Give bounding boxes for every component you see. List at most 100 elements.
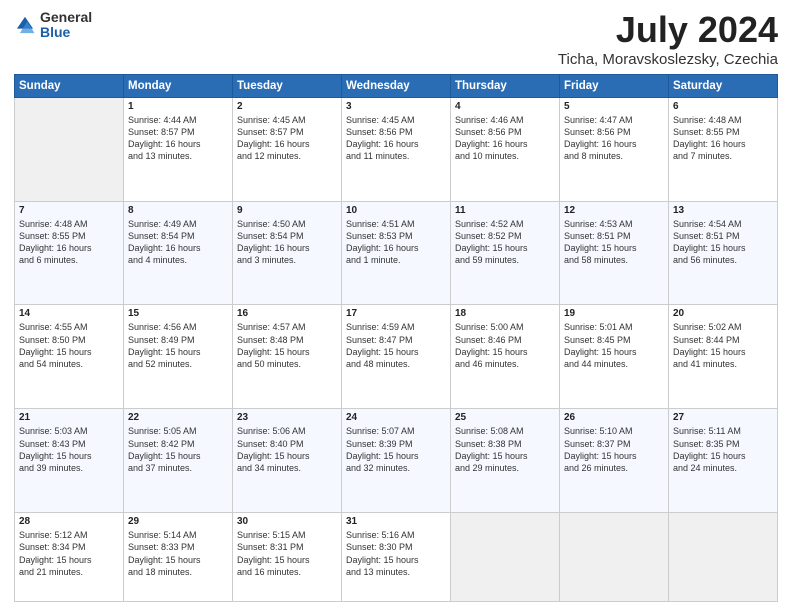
calendar-cell: 22 Sunrise: 5:05 AM Sunset: 8:42 PM Dayli… <box>124 409 233 513</box>
header-cell-monday: Monday <box>124 74 233 97</box>
calendar-cell: 8 Sunrise: 4:49 AM Sunset: 8:54 PM Daylig… <box>124 201 233 305</box>
logo-icon <box>14 14 36 36</box>
header-cell-sunday: Sunday <box>15 74 124 97</box>
calendar-cell: 1 Sunrise: 4:44 AM Sunset: 8:57 PM Daylig… <box>124 97 233 201</box>
cell-info: Sunrise: 5:07 AM Sunset: 8:39 PM Dayligh… <box>346 425 446 474</box>
cell-info: Sunrise: 4:44 AM Sunset: 8:57 PM Dayligh… <box>128 114 228 163</box>
day-number: 2 <box>237 101 337 112</box>
cell-info: Sunrise: 5:11 AM Sunset: 8:35 PM Dayligh… <box>673 425 773 474</box>
week-row-3: 14 Sunrise: 4:55 AM Sunset: 8:50 PM Dayli… <box>15 305 778 409</box>
calendar-cell: 30 Sunrise: 5:15 AM Sunset: 8:31 PM Dayli… <box>233 513 342 602</box>
cell-info: Sunrise: 4:49 AM Sunset: 8:54 PM Dayligh… <box>128 218 228 267</box>
cell-info: Sunrise: 5:08 AM Sunset: 8:38 PM Dayligh… <box>455 425 555 474</box>
cell-info: Sunrise: 4:56 AM Sunset: 8:49 PM Dayligh… <box>128 321 228 370</box>
cell-info: Sunrise: 4:54 AM Sunset: 8:51 PM Dayligh… <box>673 218 773 267</box>
cell-info: Sunrise: 4:48 AM Sunset: 8:55 PM Dayligh… <box>673 114 773 163</box>
calendar-cell: 16 Sunrise: 4:57 AM Sunset: 8:48 PM Dayli… <box>233 305 342 409</box>
day-number: 25 <box>455 412 555 423</box>
day-number: 3 <box>346 101 446 112</box>
calendar: SundayMondayTuesdayWednesdayThursdayFrid… <box>14 74 778 602</box>
header-cell-friday: Friday <box>560 74 669 97</box>
header-cell-wednesday: Wednesday <box>342 74 451 97</box>
header-cell-saturday: Saturday <box>669 74 778 97</box>
main-title: July 2024 <box>558 10 778 50</box>
calendar-cell <box>15 97 124 201</box>
day-number: 9 <box>237 205 337 216</box>
cell-info: Sunrise: 4:57 AM Sunset: 8:48 PM Dayligh… <box>237 321 337 370</box>
cell-info: Sunrise: 5:14 AM Sunset: 8:33 PM Dayligh… <box>128 529 228 578</box>
day-number: 24 <box>346 412 446 423</box>
week-row-4: 21 Sunrise: 5:03 AM Sunset: 8:43 PM Dayli… <box>15 409 778 513</box>
calendar-cell <box>451 513 560 602</box>
calendar-cell: 10 Sunrise: 4:51 AM Sunset: 8:53 PM Dayli… <box>342 201 451 305</box>
day-number: 12 <box>564 205 664 216</box>
day-number: 1 <box>128 101 228 112</box>
cell-info: Sunrise: 4:45 AM Sunset: 8:56 PM Dayligh… <box>346 114 446 163</box>
header-cell-tuesday: Tuesday <box>233 74 342 97</box>
cell-info: Sunrise: 5:03 AM Sunset: 8:43 PM Dayligh… <box>19 425 119 474</box>
header-row: SundayMondayTuesdayWednesdayThursdayFrid… <box>15 74 778 97</box>
day-number: 23 <box>237 412 337 423</box>
day-number: 4 <box>455 101 555 112</box>
calendar-cell: 14 Sunrise: 4:55 AM Sunset: 8:50 PM Dayli… <box>15 305 124 409</box>
week-row-1: 1 Sunrise: 4:44 AM Sunset: 8:57 PM Daylig… <box>15 97 778 201</box>
day-number: 7 <box>19 205 119 216</box>
calendar-cell: 4Sunrise: 4:46 AM Sunset: 8:56 PM Daylig… <box>451 97 560 201</box>
title-block: July 2024 Ticha, Moravskoslezsky, Czechi… <box>558 10 778 68</box>
day-number: 10 <box>346 205 446 216</box>
cell-info: Sunrise: 5:00 AM Sunset: 8:46 PM Dayligh… <box>455 321 555 370</box>
cell-info: Sunrise: 5:12 AM Sunset: 8:34 PM Dayligh… <box>19 529 119 578</box>
calendar-cell: 31 Sunrise: 5:16 AM Sunset: 8:30 PM Dayli… <box>342 513 451 602</box>
day-number: 17 <box>346 308 446 319</box>
calendar-cell: 26Sunrise: 5:10 AM Sunset: 8:37 PM Dayli… <box>560 409 669 513</box>
day-number: 30 <box>237 516 337 527</box>
day-number: 20 <box>673 308 773 319</box>
calendar-cell: 15Sunrise: 4:56 AM Sunset: 8:49 PM Dayli… <box>124 305 233 409</box>
calendar-cell: 6 Sunrise: 4:48 AM Sunset: 8:55 PM Daylig… <box>669 97 778 201</box>
cell-info: Sunrise: 4:52 AM Sunset: 8:52 PM Dayligh… <box>455 218 555 267</box>
cell-info: Sunrise: 4:53 AM Sunset: 8:51 PM Dayligh… <box>564 218 664 267</box>
cell-info: Sunrise: 5:15 AM Sunset: 8:31 PM Dayligh… <box>237 529 337 578</box>
calendar-cell: 28Sunrise: 5:12 AM Sunset: 8:34 PM Dayli… <box>15 513 124 602</box>
calendar-cell: 27Sunrise: 5:11 AM Sunset: 8:35 PM Dayli… <box>669 409 778 513</box>
week-row-2: 7 Sunrise: 4:48 AM Sunset: 8:55 PM Daylig… <box>15 201 778 305</box>
calendar-cell: 13 Sunrise: 4:54 AM Sunset: 8:51 PM Dayli… <box>669 201 778 305</box>
logo-blue: Blue <box>40 25 92 40</box>
logo: General Blue <box>14 10 92 41</box>
day-number: 22 <box>128 412 228 423</box>
calendar-cell: 18 Sunrise: 5:00 AM Sunset: 8:46 PM Dayli… <box>451 305 560 409</box>
day-number: 14 <box>19 308 119 319</box>
cell-info: Sunrise: 5:06 AM Sunset: 8:40 PM Dayligh… <box>237 425 337 474</box>
calendar-cell: 19Sunrise: 5:01 AM Sunset: 8:45 PM Dayli… <box>560 305 669 409</box>
header: General Blue July 2024 Ticha, Moravskosl… <box>14 10 778 68</box>
cell-info: Sunrise: 4:51 AM Sunset: 8:53 PM Dayligh… <box>346 218 446 267</box>
day-number: 19 <box>564 308 664 319</box>
cell-info: Sunrise: 4:55 AM Sunset: 8:50 PM Dayligh… <box>19 321 119 370</box>
day-number: 21 <box>19 412 119 423</box>
day-number: 16 <box>237 308 337 319</box>
day-number: 8 <box>128 205 228 216</box>
cell-info: Sunrise: 4:47 AM Sunset: 8:56 PM Dayligh… <box>564 114 664 163</box>
calendar-cell: 29Sunrise: 5:14 AM Sunset: 8:33 PM Dayli… <box>124 513 233 602</box>
cell-info: Sunrise: 5:16 AM Sunset: 8:30 PM Dayligh… <box>346 529 446 578</box>
calendar-cell: 11Sunrise: 4:52 AM Sunset: 8:52 PM Dayli… <box>451 201 560 305</box>
calendar-cell: 20 Sunrise: 5:02 AM Sunset: 8:44 PM Dayli… <box>669 305 778 409</box>
calendar-cell: 9Sunrise: 4:50 AM Sunset: 8:54 PM Daylig… <box>233 201 342 305</box>
calendar-cell <box>669 513 778 602</box>
cell-info: Sunrise: 5:02 AM Sunset: 8:44 PM Dayligh… <box>673 321 773 370</box>
cell-info: Sunrise: 5:05 AM Sunset: 8:42 PM Dayligh… <box>128 425 228 474</box>
day-number: 26 <box>564 412 664 423</box>
calendar-table: SundayMondayTuesdayWednesdayThursdayFrid… <box>14 74 778 602</box>
day-number: 13 <box>673 205 773 216</box>
cell-info: Sunrise: 4:45 AM Sunset: 8:57 PM Dayligh… <box>237 114 337 163</box>
header-cell-thursday: Thursday <box>451 74 560 97</box>
page: General Blue July 2024 Ticha, Moravskosl… <box>0 0 792 612</box>
cell-info: Sunrise: 4:48 AM Sunset: 8:55 PM Dayligh… <box>19 218 119 267</box>
calendar-cell: 7 Sunrise: 4:48 AM Sunset: 8:55 PM Daylig… <box>15 201 124 305</box>
calendar-cell <box>560 513 669 602</box>
calendar-cell: 17Sunrise: 4:59 AM Sunset: 8:47 PM Dayli… <box>342 305 451 409</box>
day-number: 6 <box>673 101 773 112</box>
day-number: 5 <box>564 101 664 112</box>
day-number: 31 <box>346 516 446 527</box>
day-number: 18 <box>455 308 555 319</box>
